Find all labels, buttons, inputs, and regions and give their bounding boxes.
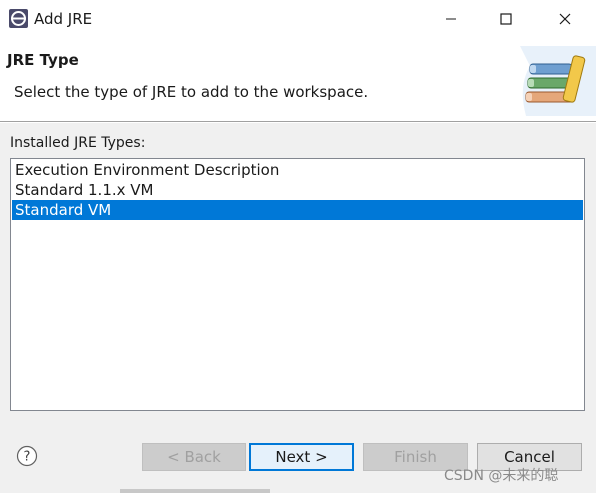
window-title: Add JRE <box>34 10 93 28</box>
jre-type-list[interactable]: Execution Environment Description Standa… <box>10 158 585 411</box>
list-item[interactable]: Standard 1.1.x VM <box>12 180 583 200</box>
svg-text:?: ? <box>24 450 31 465</box>
eclipse-icon <box>8 8 29 29</box>
close-icon[interactable] <box>542 0 588 38</box>
header-banner: JRE Type Select the type of JRE to add t… <box>0 38 596 122</box>
minimize-icon[interactable] <box>428 0 474 38</box>
list-item[interactable]: Standard VM <box>12 200 583 220</box>
maximize-icon[interactable] <box>483 0 529 38</box>
help-icon[interactable]: ? <box>16 445 38 467</box>
watermark: CSDN @未来的聪 <box>444 468 559 484</box>
bottom-divider <box>120 489 270 493</box>
title-bar: Add JRE <box>0 0 596 38</box>
page-description: Select the type of JRE to add to the wor… <box>14 83 369 101</box>
jre-books-icon <box>520 46 596 116</box>
content-area: Installed JRE Types: Execution Environme… <box>0 123 596 428</box>
button-bar: ? < Back Next > Finish Cancel CSDN @未来的聪 <box>0 428 596 493</box>
page-title: JRE Type <box>7 51 79 69</box>
back-button[interactable]: < Back <box>142 443 246 471</box>
list-label: Installed JRE Types: <box>10 135 146 151</box>
next-button[interactable]: Next > <box>249 443 354 471</box>
list-item[interactable]: Execution Environment Description <box>12 160 583 180</box>
